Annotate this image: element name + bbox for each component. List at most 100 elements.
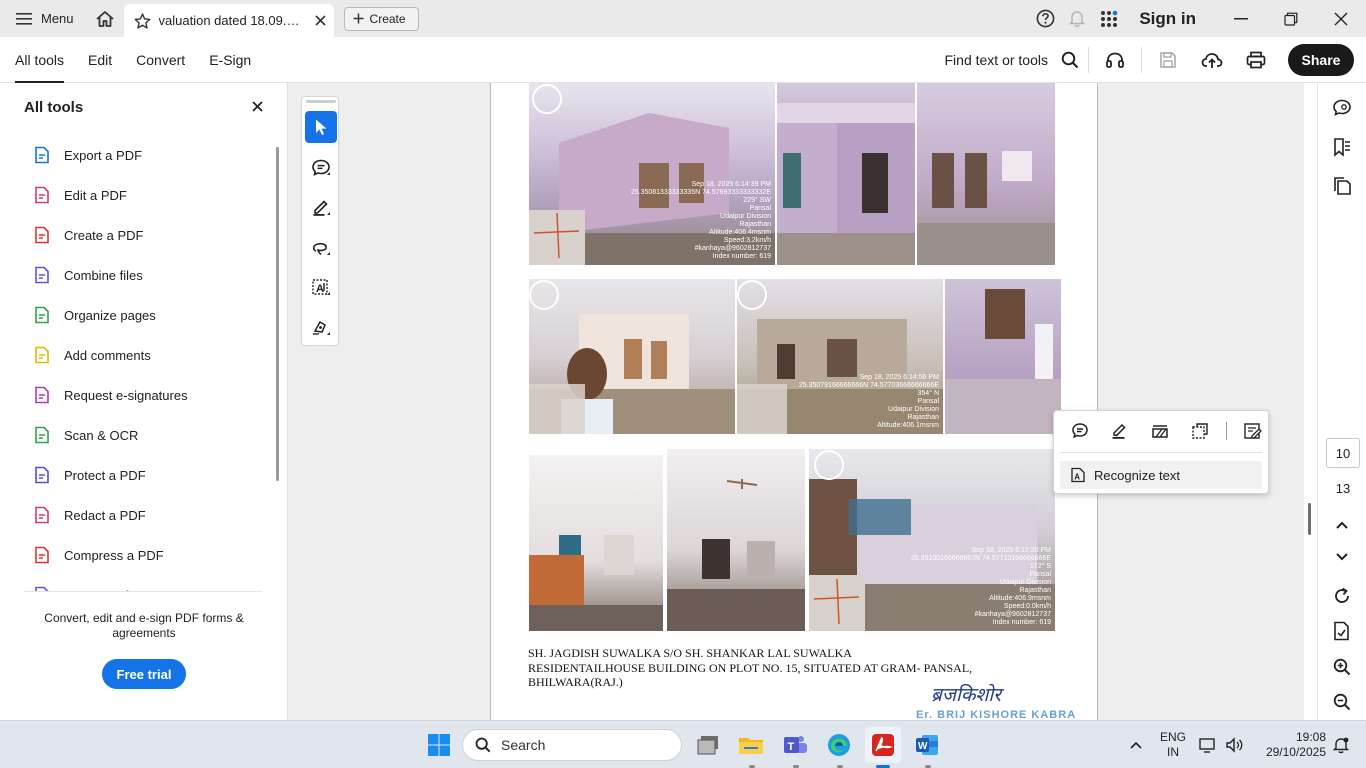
tool-item[interactable]: Organize pages	[0, 295, 262, 335]
edge-button[interactable]	[821, 727, 857, 763]
free-trial-button[interactable]: Free trial	[102, 659, 186, 689]
menu-button[interactable]: Menu	[0, 0, 86, 37]
document-caption: SH. JAGDISH SUWALKA S/O SH. SHANKAR LAL …	[528, 646, 972, 690]
geotag-line: 172° S	[1029, 563, 1051, 570]
start-button[interactable]	[421, 727, 457, 763]
comment-tool[interactable]	[305, 152, 337, 184]
organize-pages-icon	[34, 306, 50, 324]
notification-center-button[interactable]	[1326, 727, 1356, 763]
tool-item[interactable]: Export a PDF	[0, 135, 262, 175]
bookmarks-panel-button[interactable]	[1330, 135, 1354, 159]
site-photo: Sep 18, 2025 6:14:39 PM 25.35081333333335…	[529, 83, 775, 265]
search-placeholder: Search	[501, 737, 546, 753]
page-tools-button[interactable]	[1330, 619, 1354, 643]
add-comment-button[interactable]	[1060, 419, 1100, 443]
tool-item[interactable]: Edit a PDF	[0, 175, 262, 215]
system-clock[interactable]: 19:08 29/10/2025	[1254, 730, 1326, 760]
promo-text: Convert, edit and e-sign PDF forms & agr…	[44, 611, 244, 640]
upload-cloud-button[interactable]	[1190, 37, 1234, 83]
teams-button[interactable]: T	[777, 727, 813, 763]
all-tools-panel: All tools Export a PDF Edit a PDF Create a…	[0, 83, 288, 720]
draw-tool[interactable]	[305, 232, 337, 264]
edit-text-button[interactable]	[1233, 419, 1273, 443]
tool-item[interactable]: Request e-signatures	[0, 375, 262, 415]
notifications-button[interactable]	[1061, 0, 1093, 37]
help-button[interactable]	[1029, 0, 1061, 37]
tab-esign[interactable]: E-Sign	[209, 37, 251, 83]
print-button[interactable]	[1234, 37, 1278, 83]
restore-button[interactable]	[1266, 0, 1316, 37]
tool-item[interactable]: Create a PDF	[0, 215, 262, 255]
copy-button[interactable]	[1180, 419, 1220, 443]
highlight-tool[interactable]	[305, 192, 337, 224]
show-hidden-icons-button[interactable]	[1118, 727, 1154, 763]
request-esignatures-icon	[34, 386, 50, 404]
language-indicator[interactable]: ENG IN	[1160, 730, 1186, 760]
tool-item[interactable]: Protect a PDF	[0, 455, 262, 495]
tool-item[interactable]: Redact a PDF	[0, 495, 262, 535]
photo-geotag: Sep 18, 2025 6:14:39 PM 25.35081333333335…	[631, 181, 771, 261]
document-scrollbar[interactable]	[1308, 503, 1311, 535]
tab-edit[interactable]: Edit	[88, 37, 112, 83]
tool-item[interactable]: Prepare a form	[0, 575, 262, 592]
clock-time: 19:08	[1295, 730, 1326, 744]
lasso-icon	[312, 242, 330, 256]
home-button[interactable]	[86, 0, 124, 37]
pdf-page[interactable]: Sep 18, 2025 6:14:39 PM 25.35081333333335…	[490, 83, 1269, 720]
rotate-button[interactable]	[1330, 584, 1354, 608]
sign-in-button[interactable]: Sign in	[1125, 9, 1216, 29]
search-button[interactable]	[1056, 37, 1084, 83]
tab-all-tools[interactable]: All tools	[15, 37, 65, 83]
tool-item-label: Organize pages	[64, 307, 156, 323]
zoom-in-button[interactable]	[1330, 655, 1354, 679]
zoom-out-button[interactable]	[1330, 690, 1354, 714]
caption-line: SH. JAGDISH SUWALKA S/O SH. SHANKAR LAL …	[528, 646, 852, 660]
text-recognition-tool[interactable]: A	[305, 272, 337, 304]
geotag-line: 229° SW	[743, 197, 771, 204]
tool-item[interactable]: Scan & OCR	[0, 415, 262, 455]
apps-button[interactable]	[1093, 0, 1125, 37]
document-tab[interactable]: valuation dated 18.09.20...	[123, 4, 334, 37]
toolbar-divider	[1141, 46, 1142, 73]
current-page-input[interactable]: 10	[1326, 438, 1360, 468]
signature-tool[interactable]	[305, 312, 337, 344]
recognize-text-label: Recognize text	[1094, 467, 1180, 483]
close-panel-button[interactable]	[252, 100, 263, 115]
ai-assistant-button[interactable]	[1093, 37, 1137, 83]
acrobat-button[interactable]	[865, 727, 901, 763]
search-icon	[475, 737, 491, 753]
strikethrough-button[interactable]	[1140, 419, 1180, 443]
word-button[interactable]: W	[909, 727, 945, 763]
drag-handle[interactable]	[306, 100, 336, 103]
highlight-button[interactable]	[1100, 419, 1140, 443]
create-pdf-icon	[34, 226, 50, 244]
close-tab-icon[interactable]	[314, 15, 326, 26]
page-thumbnails-button[interactable]	[1330, 174, 1354, 198]
close-window-button[interactable]	[1316, 0, 1366, 37]
select-tool[interactable]	[305, 111, 337, 143]
next-page-button[interactable]	[1330, 545, 1354, 569]
previous-page-button[interactable]	[1330, 513, 1354, 537]
tool-item[interactable]: Combine files	[0, 255, 262, 295]
taskbar-search[interactable]: Search	[462, 729, 682, 761]
share-button[interactable]: Share	[1288, 43, 1354, 76]
star-icon[interactable]	[134, 12, 151, 29]
comments-panel-button[interactable]	[1330, 96, 1354, 120]
recognize-text-button[interactable]: A Recognize text	[1060, 461, 1262, 489]
main-toolbar: All tools Edit Convert E-Sign Find text …	[0, 37, 1366, 83]
file-explorer-button[interactable]	[733, 727, 769, 763]
signature-stamp-name: Er. BRIJ KISHORE KABRA	[916, 709, 1077, 720]
find-text-label[interactable]: Find text or tools	[945, 52, 1049, 68]
tool-item[interactable]: Add comments	[0, 335, 262, 375]
create-button[interactable]: Create	[343, 6, 419, 31]
task-view-button[interactable]	[690, 727, 726, 763]
document-viewer[interactable]: A Sep 18, 2025 6:14:39 PM 25.350813333333…	[288, 83, 1304, 720]
save-button[interactable]	[1146, 37, 1190, 83]
panel-scrollbar[interactable]	[276, 147, 279, 481]
tool-item[interactable]: Compress a PDF	[0, 535, 262, 575]
minimize-button[interactable]	[1216, 0, 1266, 37]
geotag-line: 25.35079166666666N 74.57703666666666E	[798, 382, 939, 389]
copy-icon	[1192, 423, 1208, 439]
tab-convert[interactable]: Convert	[136, 37, 185, 83]
system-tray-quick-settings[interactable]	[1194, 727, 1250, 763]
